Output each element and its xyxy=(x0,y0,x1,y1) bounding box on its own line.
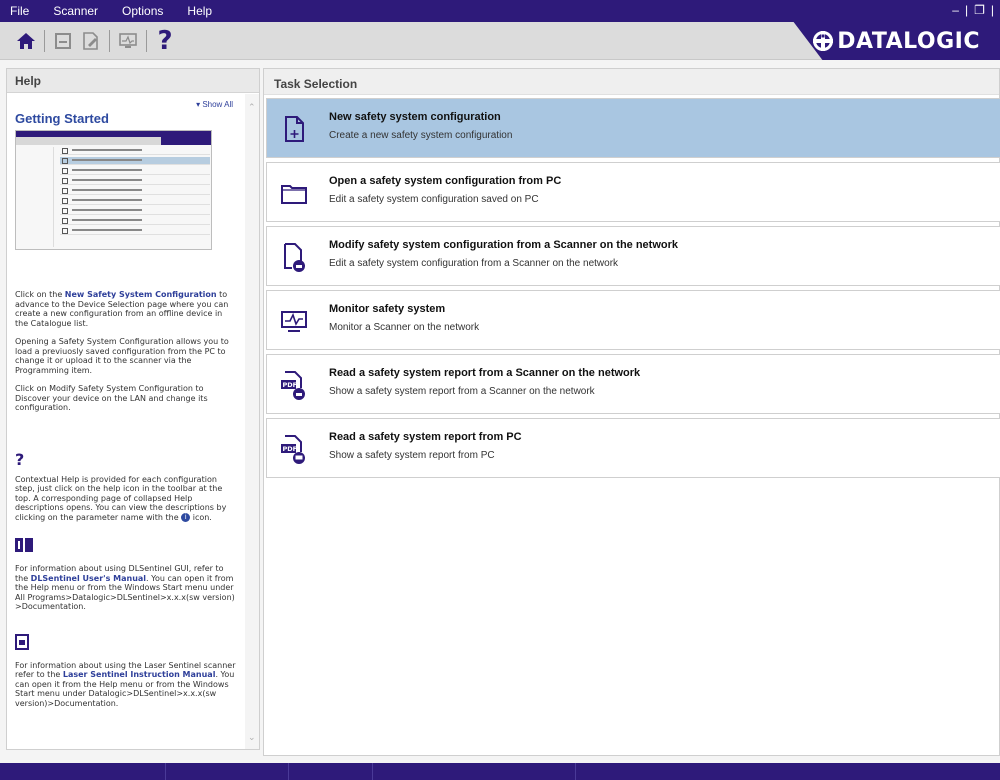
window-separator: | xyxy=(964,3,969,17)
p6-bold: Laser Sentinel Instruction Manual xyxy=(62,670,216,679)
task-read-report-pc[interactable]: PDF Read a safety system report from PC … xyxy=(266,418,1000,478)
svg-text:PDF: PDF xyxy=(283,445,298,453)
status-divider xyxy=(575,763,576,780)
home-button[interactable] xyxy=(12,27,40,55)
document-scanner-icon xyxy=(284,243,305,272)
status-bar xyxy=(0,763,1000,780)
status-divider xyxy=(165,763,166,780)
task-description: Monitor a Scanner on the network xyxy=(329,322,480,333)
getting-started-heading: Getting Started xyxy=(15,111,109,126)
book-icon xyxy=(15,538,33,552)
save-button[interactable] xyxy=(49,27,77,55)
task-open-from-pc[interactable]: Open a safety system configuration from … xyxy=(266,162,1000,222)
datalogic-logo: DATALOGIC xyxy=(813,29,980,54)
scroll-up-icon[interactable]: ⌃ xyxy=(248,102,256,113)
task-read-report-scanner[interactable]: PDF Read a safety system report from a S… xyxy=(266,354,1000,414)
task-description: Edit a safety system configuration saved… xyxy=(329,194,539,205)
pdf-scanner-icon: PDF xyxy=(281,371,305,400)
new-document-icon xyxy=(285,116,304,142)
minimize-button[interactable]: – xyxy=(952,3,959,17)
brand-area: DATALOGIC xyxy=(793,22,1000,60)
task-panel: Task Selection New safety system configu… xyxy=(263,68,1000,756)
help-content[interactable]: ▾ Show All Getting Started Click on the … xyxy=(7,94,245,749)
p1-prefix: Click on the xyxy=(15,290,65,299)
task-title: Modify safety system configuration from … xyxy=(329,239,679,251)
toolbar-separator xyxy=(109,30,110,52)
status-divider xyxy=(372,763,373,780)
monitor-icon xyxy=(281,311,307,332)
task-monitor[interactable]: Monitor safety system Monitor a Scanner … xyxy=(266,290,1000,350)
menu-bar: File Scanner Options Help – | ❐ | xyxy=(0,0,1000,22)
folder-icon xyxy=(281,185,307,204)
chevron-down-icon: ▾ xyxy=(196,100,201,109)
toolbar-icons: ? xyxy=(12,26,179,56)
edit-button[interactable] xyxy=(77,27,105,55)
help-paragraph-modify: Click on Modify Safety System Configurat… xyxy=(15,384,208,412)
help-paragraph-user-manual: For information about using DLSentinel G… xyxy=(15,564,237,612)
task-title: Open a safety system configuration from … xyxy=(329,175,562,187)
status-divider xyxy=(288,763,289,780)
task-title: Monitor safety system xyxy=(329,303,446,315)
pdf-pc-icon: PDF xyxy=(281,435,305,464)
window-separator-2: | xyxy=(990,3,994,17)
instruction-manual-icon xyxy=(15,633,29,650)
help-header: Help xyxy=(7,69,259,93)
task-description: Show a safety system report from a Scann… xyxy=(329,386,595,397)
help-paragraph-open: Opening a Safety System Configuration al… xyxy=(15,337,229,375)
p1-link[interactable]: New Safety System Configuration xyxy=(65,290,217,299)
edit-document-icon xyxy=(83,32,98,50)
task-description: Edit a safety system configuration from … xyxy=(329,258,619,269)
toolbar: ? DATALOGIC xyxy=(0,22,1000,60)
monitor-button[interactable] xyxy=(114,27,142,55)
help-button[interactable]: ? xyxy=(151,27,179,55)
toolbar-separator xyxy=(44,30,45,52)
p4-suffix: icon. xyxy=(190,512,212,522)
save-icon xyxy=(55,33,71,49)
help-scrollbar[interactable]: ⌃ ⌄ xyxy=(245,94,259,749)
task-selection-header: Task Selection xyxy=(264,69,999,95)
question-mark-icon: ? xyxy=(15,449,25,469)
task-title: Read a safety system report from a Scann… xyxy=(329,367,641,379)
home-icon xyxy=(17,33,35,49)
help-paragraph-new: Click on the New Safety System Configura… xyxy=(15,290,237,328)
help-panel: Help ▾ Show All Getting Started Click on… xyxy=(6,68,260,750)
help-icon: ? xyxy=(157,26,173,56)
brand-name: DATALOGIC xyxy=(837,28,980,54)
task-title: New safety system configuration xyxy=(329,111,501,123)
task-description: Show a safety system report from PC xyxy=(329,450,495,461)
help-paragraph-contextual: Contextual Help is provided for each con… xyxy=(15,475,237,523)
menu-options[interactable]: Options xyxy=(112,4,163,18)
task-description: Create a new safety system configuration xyxy=(329,130,513,141)
menu-help[interactable]: Help xyxy=(177,4,212,18)
p5-bold: DLSentinel User's Manual xyxy=(30,573,147,583)
restore-button[interactable]: ❐ xyxy=(974,3,985,17)
toolbar-separator xyxy=(146,30,147,52)
logo-mark-icon xyxy=(813,31,834,51)
getting-started-screenshot xyxy=(15,130,212,250)
show-all-link[interactable]: ▾ Show All xyxy=(15,100,237,109)
task-modify-from-scanner[interactable]: Modify safety system configuration from … xyxy=(266,226,1000,286)
task-title: Read a safety system report from PC xyxy=(329,431,522,443)
menu-scanner[interactable]: Scanner xyxy=(43,4,98,18)
show-all-label: Show All xyxy=(202,100,233,109)
svg-text:PDF: PDF xyxy=(283,381,298,389)
menu-file[interactable]: File xyxy=(0,4,29,18)
help-paragraph-instruction-manual: For information about using the Laser Se… xyxy=(15,661,237,709)
scroll-down-icon[interactable]: ⌄ xyxy=(248,732,256,743)
info-icon: i xyxy=(181,512,191,522)
monitor-icon xyxy=(119,33,137,48)
task-new-configuration[interactable]: New safety system configuration Create a… xyxy=(266,98,1000,158)
window-controls: – | ❐ | xyxy=(952,3,994,17)
